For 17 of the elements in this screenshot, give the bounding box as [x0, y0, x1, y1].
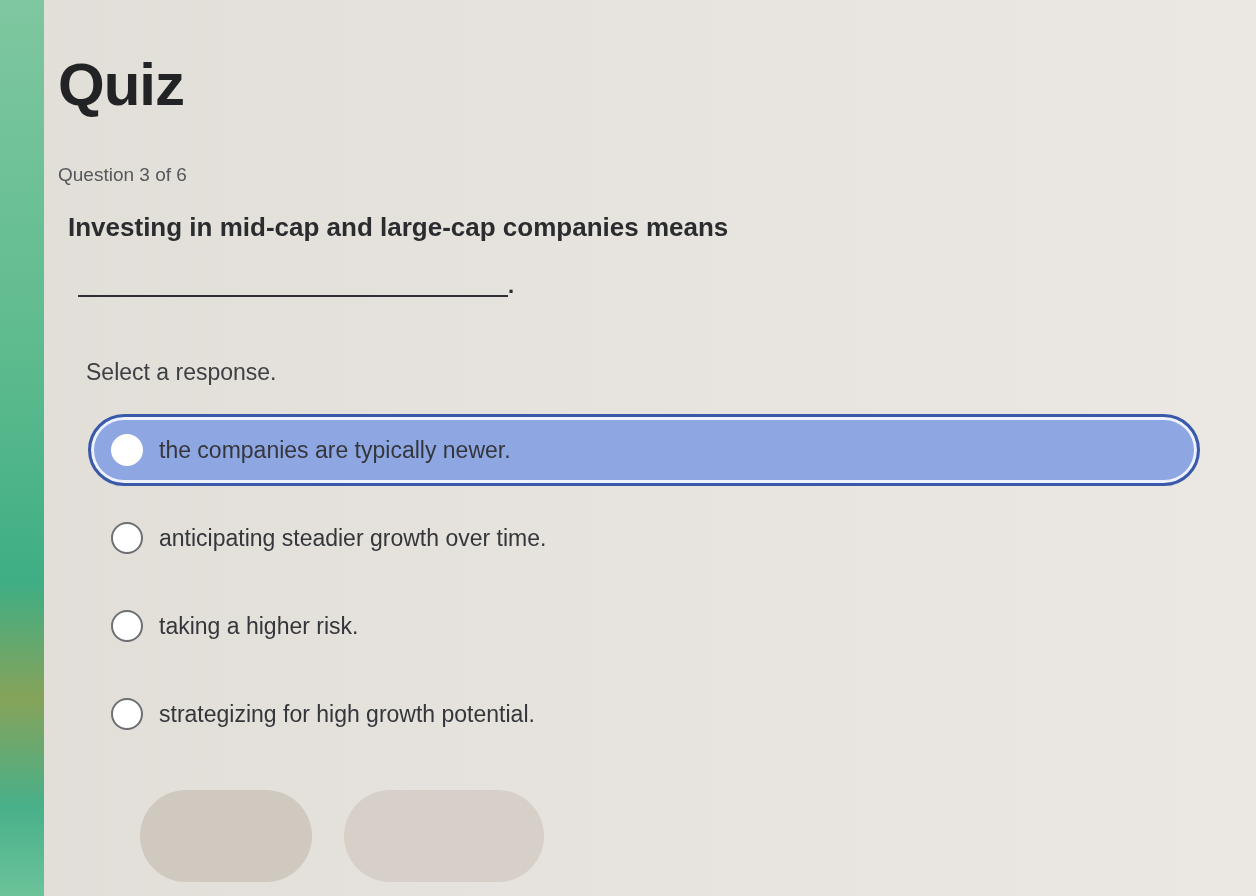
radio-icon — [111, 610, 143, 643]
option-label: strategizing for high growth potential. — [159, 700, 535, 728]
option-label: anticipating steadier growth over time. — [159, 524, 547, 552]
question-period: . — [508, 275, 515, 298]
radio-icon — [111, 522, 143, 555]
radio-icon — [111, 434, 143, 467]
answer-option[interactable]: the companies are typically newer. — [88, 414, 1200, 487]
radio-icon — [111, 698, 143, 731]
option-label: taking a higher risk. — [159, 612, 359, 640]
question-text: Investing in mid-cap and large-cap companies means — [68, 212, 729, 244]
question-counter: Question 3 of 6 — [58, 164, 187, 186]
answer-option[interactable]: taking a higher risk. — [88, 590, 1200, 663]
option-label: the companies are typically newer. — [159, 436, 511, 464]
quiz-title: Quiz — [58, 52, 184, 118]
answer-option[interactable]: strategizing for high growth potential. — [88, 678, 1200, 751]
instruction-text: Select a response. — [86, 359, 277, 387]
answer-option[interactable]: anticipating steadier growth over time. — [88, 502, 1200, 575]
